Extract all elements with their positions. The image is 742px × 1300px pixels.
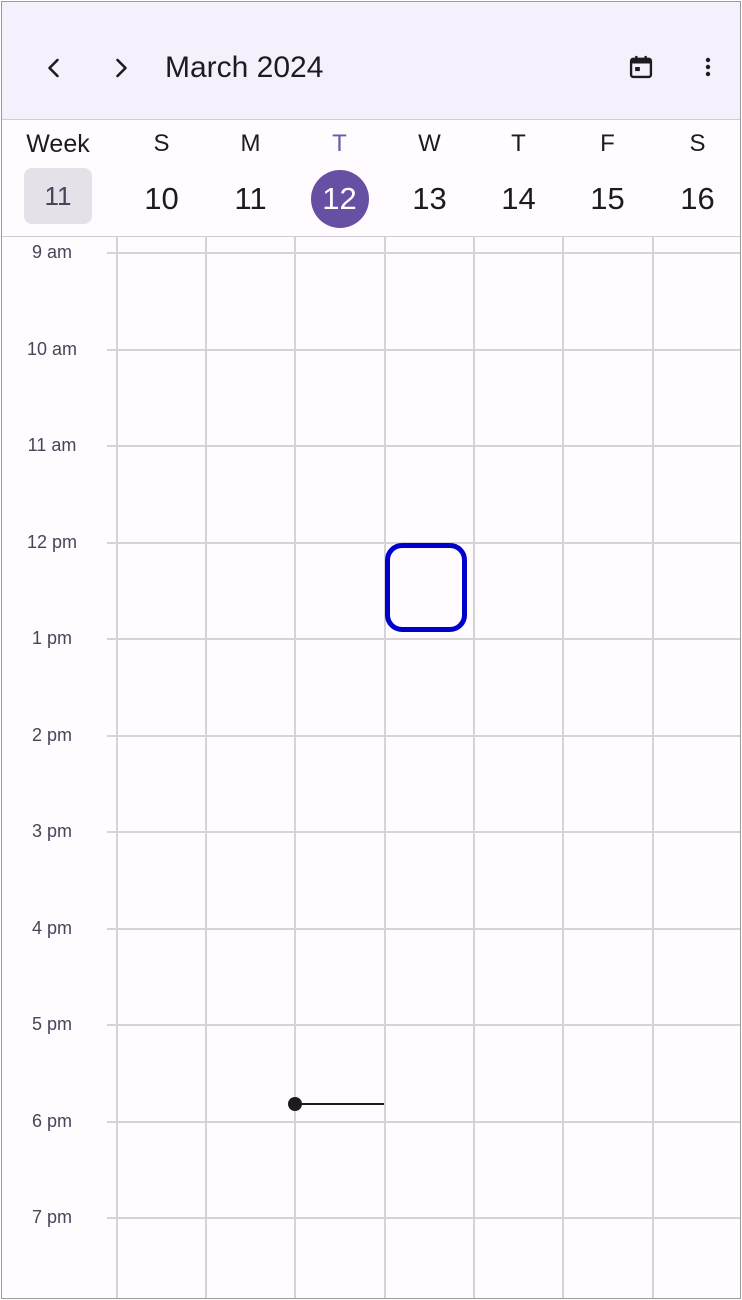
day-date: 16 bbox=[680, 181, 715, 216]
day-date: 13 bbox=[412, 181, 447, 216]
hour-label: 1 pm bbox=[31, 628, 73, 648]
grid-column-divider bbox=[294, 237, 296, 1298]
grid-column-divider bbox=[652, 237, 654, 1298]
day-of-week: F bbox=[600, 130, 615, 157]
hour-divider bbox=[107, 1024, 740, 1026]
more-options-button[interactable] bbox=[684, 43, 732, 91]
grid-column-divider bbox=[384, 237, 386, 1298]
day-of-week: S bbox=[153, 130, 170, 157]
grid-column-divider bbox=[205, 237, 207, 1298]
chevron-right-icon bbox=[116, 58, 127, 78]
top-app-bar: March 2024 bbox=[2, 2, 740, 120]
hour-label: 11 am bbox=[27, 435, 77, 455]
calendar-app: March 2024 Week 11 S 10 M 11 T 12 W 13 T… bbox=[1, 1, 741, 1299]
go-to-today-button[interactable] bbox=[617, 43, 665, 91]
day-date: 15 bbox=[590, 181, 625, 216]
hour-label: 3 pm bbox=[31, 821, 73, 841]
current-time-dot bbox=[288, 1097, 302, 1111]
day-date: 10 bbox=[144, 181, 179, 216]
hour-divider bbox=[107, 928, 740, 930]
grid-column-divider bbox=[116, 237, 118, 1298]
day-column-header[interactable]: S 16 bbox=[653, 120, 740, 236]
hour-label: 9 am bbox=[31, 242, 73, 262]
next-week-button[interactable] bbox=[97, 44, 145, 92]
hour-divider bbox=[107, 1121, 740, 1123]
day-column-header[interactable]: W 13 bbox=[385, 120, 474, 236]
day-column-header[interactable]: F 15 bbox=[563, 120, 652, 236]
day-of-week: W bbox=[418, 130, 441, 157]
day-date: 11 bbox=[234, 181, 267, 216]
grid-column-divider bbox=[473, 237, 475, 1298]
hour-label: 10 am bbox=[26, 339, 78, 359]
day-of-week: S bbox=[689, 130, 706, 157]
selected-time-slot[interactable] bbox=[385, 543, 467, 632]
day-column-header[interactable]: M 11 bbox=[206, 120, 295, 236]
hour-label: 4 pm bbox=[31, 918, 73, 938]
hour-divider bbox=[107, 349, 740, 351]
current-time-line bbox=[294, 1103, 384, 1105]
more-vert-icon bbox=[705, 57, 711, 77]
hour-label: 12 pm bbox=[26, 532, 78, 552]
day-column-header[interactable]: S 10 bbox=[117, 120, 206, 236]
today-date-indicator: 12 bbox=[310, 170, 369, 228]
hour-divider bbox=[107, 831, 740, 833]
grid-column-divider bbox=[562, 237, 564, 1298]
month-title: March 2024 bbox=[165, 51, 324, 84]
time-grid[interactable]: 9 am 10 am 11 am 12 pm 1 pm 2 pm 3 pm 4 … bbox=[2, 237, 740, 1298]
day-date: 14 bbox=[501, 181, 536, 216]
hour-divider bbox=[107, 735, 740, 737]
day-of-week: M bbox=[240, 130, 261, 157]
hour-divider bbox=[107, 1217, 740, 1219]
hour-label: 7 pm bbox=[31, 1207, 73, 1227]
hour-label: 5 pm bbox=[31, 1014, 73, 1034]
week-number-badge[interactable]: 11 bbox=[24, 168, 92, 224]
chevron-left-icon bbox=[48, 58, 59, 78]
previous-week-button[interactable] bbox=[30, 44, 78, 92]
day-column-header-today[interactable]: T 12 bbox=[295, 120, 384, 236]
hour-label: 2 pm bbox=[31, 725, 73, 745]
day-column-header[interactable]: T 14 bbox=[474, 120, 563, 236]
hour-divider bbox=[107, 252, 740, 254]
hour-divider bbox=[107, 638, 740, 640]
week-day-header: Week 11 S 10 M 11 T 12 W 13 T 14 F 15 S … bbox=[2, 120, 740, 237]
day-of-week: T bbox=[332, 130, 347, 157]
hour-label: 6 pm bbox=[31, 1111, 73, 1131]
calendar-today-icon bbox=[629, 55, 653, 79]
day-of-week: T bbox=[511, 130, 526, 157]
hour-divider bbox=[107, 445, 740, 447]
week-label: Week bbox=[26, 130, 90, 158]
